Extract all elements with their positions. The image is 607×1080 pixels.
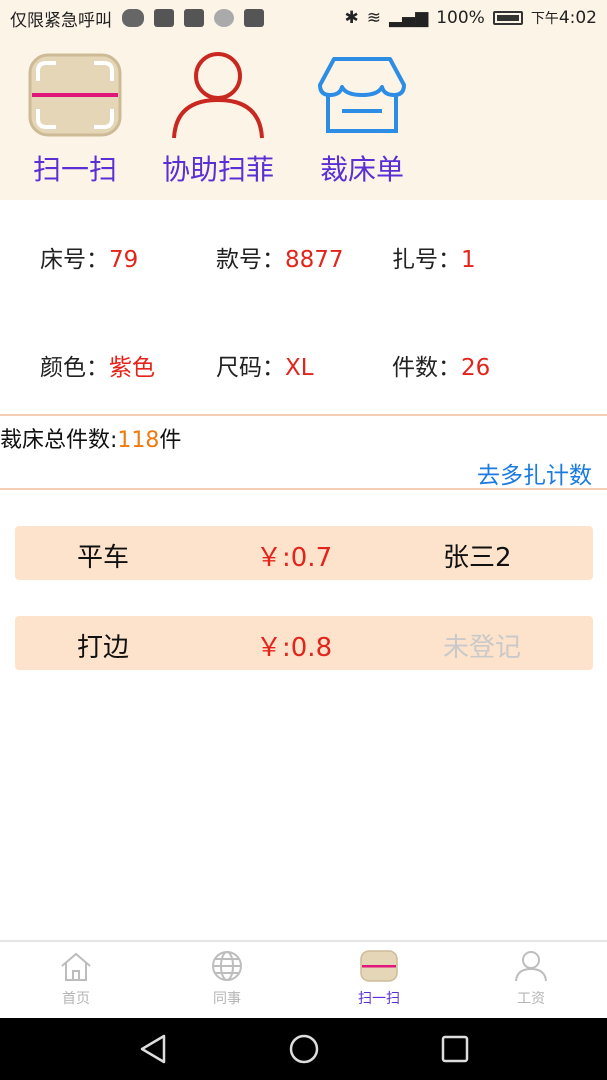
store-icon (318, 57, 406, 133)
scan-label: 扫一扫 (32, 153, 117, 186)
process-worker: 未登记 (443, 633, 522, 663)
divider-top (0, 414, 607, 416)
wifi-icon: ≋ (366, 8, 381, 28)
assist-scan-label: 协助扫菲 (161, 153, 274, 186)
user-icon (172, 52, 264, 139)
signal-icon: ▂▄▆ (388, 8, 429, 28)
bundle-number: 扎号：1 (392, 240, 476, 274)
nav-scan[interactable]: 扫一扫 (324, 950, 434, 1008)
circle-icon (214, 9, 234, 27)
bundle-number-label: 扎号： (392, 247, 461, 273)
scan-icon (360, 950, 398, 982)
bed-number-value: 79 (109, 247, 139, 273)
nav-colleagues[interactable]: 同事 (172, 950, 282, 1008)
divider-bottom (0, 488, 607, 490)
pieces-value: 26 (461, 355, 491, 381)
process-name: 打边 (77, 633, 130, 663)
nav-scan-label: 扫一扫 (358, 991, 400, 1007)
back-icon[interactable] (138, 1033, 168, 1065)
recents-icon[interactable] (440, 1033, 470, 1065)
gallery-icon (184, 9, 204, 27)
cutting-sheet-button[interactable]: 裁床单 (287, 50, 437, 188)
bundle-number-value: 1 (461, 247, 476, 273)
hms-icon (244, 9, 264, 27)
total-pieces: 裁床总件数:118件 (0, 422, 181, 454)
color-field: 颜色：紫色 (40, 348, 155, 382)
battery-icon (492, 11, 523, 25)
bed-number: 床号：79 (40, 240, 138, 274)
style-number-label: 款号： (216, 247, 285, 273)
size-label: 尺码： (216, 355, 285, 381)
style-number: 款号：8877 (216, 240, 344, 274)
bundle-info: 床号：79 款号：8877 扎号：1 颜色：紫色 尺码：XL 件数：26 (0, 200, 607, 414)
scan-button[interactable]: 扫一扫 (0, 50, 150, 188)
battery-percent: 100% (436, 8, 485, 28)
assist-scan-button[interactable]: 协助扫菲 (143, 50, 293, 188)
app-icon (154, 9, 174, 27)
process-name: 平车 (77, 543, 130, 573)
process-row[interactable]: 平车 ￥:0.7 张三2 (15, 526, 593, 580)
top-action-bar: 扫一扫 协助扫菲 裁床单 (0, 36, 607, 200)
wechat-icon (122, 9, 144, 27)
nav-salary[interactable]: 工资 (476, 950, 586, 1008)
total-value: 118 (117, 428, 160, 453)
total-unit: 件 (159, 428, 182, 453)
size-field: 尺码：XL (216, 348, 314, 382)
scan-icon (28, 53, 122, 137)
size-value: XL (285, 355, 314, 381)
status-bar: 仅限紧急呼叫 ✱ ≋ ▂▄▆ 100% 下午 4:02 (0, 0, 607, 36)
nav-home[interactable]: 首页 (21, 950, 131, 1008)
color-label: 颜色： (40, 355, 109, 381)
cutting-sheet-label: 裁床单 (319, 153, 404, 186)
process-worker: 张三2 (443, 543, 512, 573)
nav-home-label: 首页 (62, 991, 90, 1007)
home-icon (61, 952, 91, 981)
nav-salary-label: 工资 (517, 991, 545, 1007)
bed-number-label: 床号： (40, 247, 109, 273)
home-button-icon[interactable] (288, 1033, 320, 1065)
process-price: ￥:0.7 (256, 543, 333, 573)
total-label: 裁床总件数: (0, 428, 118, 453)
globe-icon (212, 951, 242, 981)
multi-bundle-count-link[interactable]: 去多扎计数 (477, 456, 592, 490)
bottom-nav: 首页 同事 扫一扫 工资 (0, 940, 607, 1018)
system-nav-bar (0, 1018, 607, 1080)
process-price: ￥:0.8 (256, 633, 333, 663)
style-number-value: 8877 (285, 247, 344, 273)
pieces-label: 件数： (392, 355, 461, 381)
bluetooth-icon: ✱ (344, 8, 359, 28)
time-prefix: 下午 (530, 11, 559, 27)
pieces-field: 件数：26 (392, 348, 490, 382)
process-row[interactable]: 打边 ￥:0.8 未登记 (15, 616, 593, 670)
status-carrier-text: 仅限紧急呼叫 (10, 10, 112, 31)
color-value: 紫色 (109, 355, 155, 381)
nav-colleagues-label: 同事 (213, 991, 241, 1007)
clock: 4:02 (558, 8, 597, 28)
person-icon (515, 951, 547, 982)
